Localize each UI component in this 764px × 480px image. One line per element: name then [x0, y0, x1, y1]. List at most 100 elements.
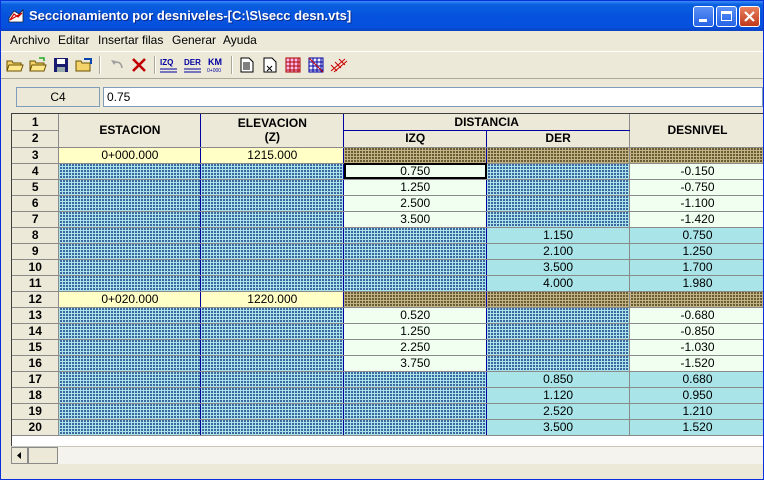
- header-izq[interactable]: IZQ: [343, 130, 488, 148]
- row-number[interactable]: 4: [12, 163, 60, 180]
- cell-reference[interactable]: C4: [16, 87, 100, 107]
- text-file-button[interactable]: [260, 55, 280, 75]
- cell-izq[interactable]: 1.250: [343, 179, 488, 196]
- cell-elevacion[interactable]: [200, 323, 345, 340]
- cell-elevacion[interactable]: [200, 163, 345, 180]
- row-number[interactable]: 17: [12, 371, 60, 388]
- menu-archivo[interactable]: Archivo: [10, 33, 50, 47]
- cell-elevacion[interactable]: [200, 259, 345, 276]
- cell-der[interactable]: [486, 163, 631, 180]
- cell-desnivel[interactable]: 0.680: [629, 371, 763, 388]
- row-number[interactable]: 5: [12, 179, 60, 196]
- title-bar[interactable]: Seccionamiento por desniveles-[C:\S\secc…: [1, 1, 763, 31]
- cell-izq[interactable]: [343, 387, 488, 404]
- izq-button[interactable]: IZQ: [159, 55, 179, 75]
- grid-blue-button[interactable]: [306, 55, 326, 75]
- cell-der[interactable]: [486, 355, 631, 372]
- cell-elevacion[interactable]: [200, 243, 345, 260]
- header-der[interactable]: DER: [486, 130, 631, 148]
- cell-estacion[interactable]: [58, 259, 202, 276]
- cell-desnivel[interactable]: -0.680: [629, 307, 763, 324]
- cell-der[interactable]: 0.850: [486, 371, 631, 388]
- cell-der[interactable]: 3.500: [486, 259, 631, 276]
- km-button[interactable]: KM 0+000: [207, 55, 227, 75]
- cell-estacion[interactable]: [58, 275, 202, 292]
- open-folder-button[interactable]: [5, 55, 25, 75]
- scroll-thumb[interactable]: [28, 447, 58, 464]
- cell-estacion[interactable]: [58, 163, 202, 180]
- cell-estacion[interactable]: [58, 211, 202, 228]
- row-number[interactable]: 9: [12, 243, 60, 260]
- cell-elevacion[interactable]: [200, 355, 345, 372]
- cell-estacion[interactable]: [58, 371, 202, 388]
- spreadsheet-grid[interactable]: 1 ESTACION ELEVACION (Z) DISTANCIA DESNI…: [11, 113, 763, 448]
- cell-desnivel[interactable]: -1.030: [629, 339, 763, 356]
- menu-editar[interactable]: Editar: [58, 33, 89, 47]
- formula-input[interactable]: 0.75: [103, 87, 763, 107]
- cell-elevacion[interactable]: [200, 195, 345, 212]
- menu-generar[interactable]: Generar: [172, 33, 216, 47]
- cell-der[interactable]: [486, 179, 631, 196]
- cell-der[interactable]: 1.120: [486, 387, 631, 404]
- der-button[interactable]: DER: [183, 55, 203, 75]
- menu-ayuda[interactable]: Ayuda: [223, 33, 257, 47]
- cell-elevacion[interactable]: [200, 275, 345, 292]
- cell-elevacion[interactable]: [200, 403, 345, 420]
- row-number[interactable]: 12: [12, 291, 60, 308]
- cell-desnivel[interactable]: -0.850: [629, 323, 763, 340]
- save-button[interactable]: [51, 55, 71, 75]
- scroll-left-button[interactable]: [11, 447, 28, 464]
- row-number[interactable]: 7: [12, 211, 60, 228]
- cell-elevacion[interactable]: 1220.000: [200, 291, 345, 308]
- cell-estacion[interactable]: [58, 403, 202, 420]
- close-button[interactable]: [739, 6, 760, 27]
- cell-izq[interactable]: 0.520: [343, 307, 488, 324]
- document-button[interactable]: [237, 55, 257, 75]
- cell-estacion[interactable]: [58, 323, 202, 340]
- cell-estacion[interactable]: 0+000.000: [58, 147, 202, 164]
- cell-estacion[interactable]: [58, 339, 202, 356]
- header-elevacion[interactable]: ELEVACION (Z): [200, 114, 345, 148]
- cell-der[interactable]: 3.500: [486, 419, 631, 436]
- horizontal-scrollbar[interactable]: [11, 446, 763, 464]
- header-distancia[interactable]: DISTANCIA: [343, 114, 631, 131]
- row-number[interactable]: 18: [12, 387, 60, 404]
- cell-izq[interactable]: 1.250: [343, 323, 488, 340]
- row-number[interactable]: 6: [12, 195, 60, 212]
- cell-elevacion[interactable]: [200, 339, 345, 356]
- cell-estacion[interactable]: [58, 195, 202, 212]
- cell-izq[interactable]: [343, 147, 488, 164]
- cell-izq[interactable]: 3.500: [343, 211, 488, 228]
- cell-elevacion[interactable]: [200, 179, 345, 196]
- cell-elevacion[interactable]: [200, 419, 345, 436]
- cell-desnivel[interactable]: 1.700: [629, 259, 763, 276]
- cell-desnivel[interactable]: 1.980: [629, 275, 763, 292]
- cell-izq[interactable]: [343, 291, 488, 308]
- row-number[interactable]: 16: [12, 355, 60, 372]
- cell-der[interactable]: 2.520: [486, 403, 631, 420]
- row-number[interactable]: 11: [12, 275, 60, 292]
- cell-der[interactable]: [486, 323, 631, 340]
- delete-button[interactable]: [129, 55, 149, 75]
- row-number[interactable]: 14: [12, 323, 60, 340]
- cell-desnivel[interactable]: 1.520: [629, 419, 763, 436]
- cell-izq[interactable]: [343, 419, 488, 436]
- row-number[interactable]: 20: [12, 419, 60, 436]
- cell-elevacion[interactable]: 1215.000: [200, 147, 345, 164]
- cell-izq[interactable]: [343, 259, 488, 276]
- cell-estacion[interactable]: 0+020.000: [58, 291, 202, 308]
- cell-desnivel[interactable]: [629, 291, 763, 308]
- cell-estacion[interactable]: [58, 387, 202, 404]
- cell-estacion[interactable]: [58, 179, 202, 196]
- header-estacion[interactable]: ESTACION: [58, 114, 202, 148]
- cell-desnivel[interactable]: -1.520: [629, 355, 763, 372]
- minimize-button[interactable]: [693, 6, 714, 27]
- maximize-button[interactable]: [716, 6, 737, 27]
- cell-izq[interactable]: 2.250: [343, 339, 488, 356]
- cell-estacion[interactable]: [58, 419, 202, 436]
- cell-desnivel[interactable]: 0.750: [629, 227, 763, 244]
- row-number[interactable]: 3: [12, 147, 60, 164]
- cell-izq[interactable]: 2.500: [343, 195, 488, 212]
- export-button[interactable]: [74, 55, 94, 75]
- cell-der[interactable]: [486, 307, 631, 324]
